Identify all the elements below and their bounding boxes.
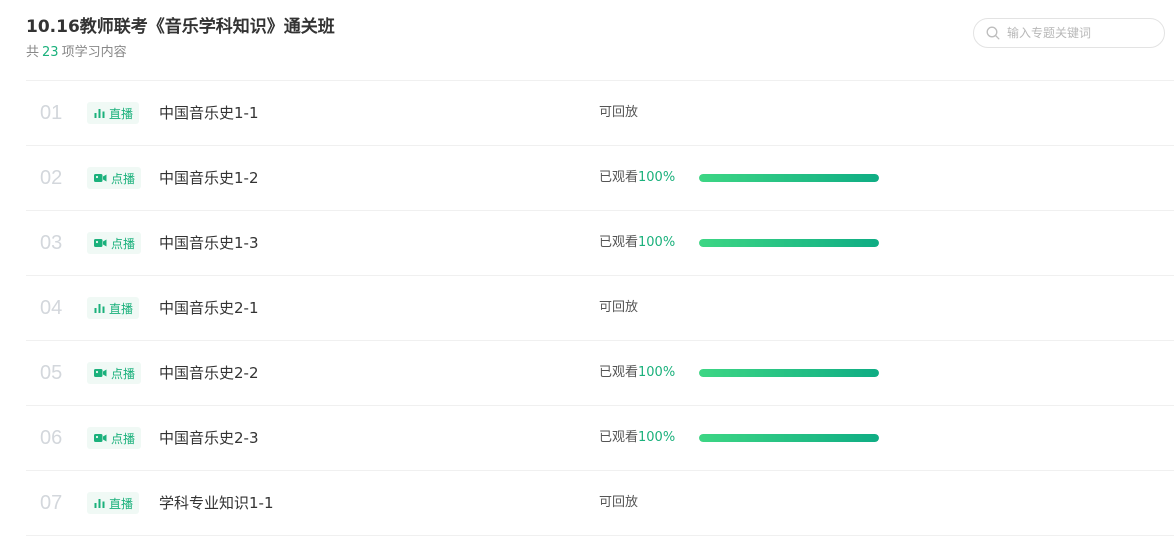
vod-badge: 点播 bbox=[87, 167, 142, 189]
lesson-index: 01 bbox=[40, 102, 63, 124]
lesson-index: 07 bbox=[40, 492, 63, 514]
watched-percent: 100% bbox=[638, 365, 676, 380]
vod-badge: 点播 bbox=[87, 427, 142, 449]
watched-percent: 100% bbox=[638, 170, 676, 185]
lesson-row[interactable]: 07 直播 学科专业知识1-1 可回放 bbox=[26, 471, 1174, 536]
lesson-status: 已观看100% bbox=[599, 341, 675, 405]
progress-fill bbox=[699, 174, 879, 182]
progress-bar bbox=[699, 369, 879, 377]
lesson-row[interactable]: 03 点播 中国音乐史1-3 已观看100% bbox=[26, 211, 1174, 276]
item-count: 23 bbox=[42, 45, 59, 60]
lesson-index: 03 bbox=[40, 232, 63, 254]
lesson-index: 02 bbox=[40, 167, 63, 189]
lesson-row[interactable]: 02 点播 中国音乐史1-2 已观看100% bbox=[26, 146, 1174, 211]
progress-bar bbox=[699, 434, 879, 442]
watched-label: 已观看 bbox=[599, 430, 639, 445]
lesson-status: 已观看100% bbox=[599, 146, 675, 210]
item-count-prefix: 共 bbox=[26, 45, 40, 60]
lesson-title[interactable]: 中国音乐史2-3 bbox=[159, 406, 259, 470]
live-badge: 直播 bbox=[87, 297, 140, 319]
watched-label: 已观看 bbox=[599, 235, 639, 250]
lesson-title[interactable]: 中国音乐史1-2 bbox=[159, 146, 259, 210]
lesson-type-label: 点播 bbox=[111, 171, 136, 186]
watched-percent: 100% bbox=[638, 235, 676, 250]
lesson-row[interactable]: 04 直播 中国音乐史2-1 可回放 bbox=[26, 276, 1174, 341]
search-input[interactable] bbox=[1005, 25, 1159, 41]
lesson-title[interactable]: 中国音乐史2-1 bbox=[159, 276, 259, 340]
lesson-index: 06 bbox=[40, 427, 63, 449]
lesson-row[interactable]: 01 直播 中国音乐史1-1 可回放 bbox=[26, 81, 1174, 146]
progress-fill bbox=[699, 434, 879, 442]
vod-badge: 点播 bbox=[87, 362, 142, 384]
item-count-suffix: 项学习内容 bbox=[61, 45, 127, 60]
live-bars-icon bbox=[94, 304, 105, 313]
watched-percent: 100% bbox=[638, 430, 676, 445]
progress-fill bbox=[699, 369, 879, 377]
page-title: 10.16教师联考《音乐学科知识》通关班 bbox=[26, 17, 335, 37]
watched-label: 已观看 bbox=[599, 170, 639, 185]
search-box[interactable] bbox=[973, 18, 1165, 48]
lesson-row[interactable]: 05 点播 中国音乐史2-2 已观看100% bbox=[26, 341, 1174, 406]
lesson-type-label: 点播 bbox=[111, 366, 136, 381]
lesson-row[interactable]: 06 点播 中国音乐史2-3 已观看100% bbox=[26, 406, 1174, 471]
lesson-title[interactable]: 中国音乐史1-3 bbox=[159, 211, 259, 275]
lesson-status: 可回放 bbox=[599, 495, 639, 510]
lesson-type-label: 点播 bbox=[111, 431, 136, 446]
lesson-index: 05 bbox=[40, 362, 63, 384]
lesson-type-label: 直播 bbox=[109, 301, 134, 316]
lesson-title[interactable]: 中国音乐史1-1 bbox=[159, 81, 259, 145]
item-count-summary: 共 23 项学习内容 bbox=[26, 41, 335, 60]
lesson-status: 已观看100% bbox=[599, 211, 675, 275]
live-bars-icon bbox=[94, 109, 105, 118]
video-camera-icon bbox=[94, 239, 107, 247]
search-icon bbox=[986, 26, 1000, 40]
lesson-status: 可回放 bbox=[599, 300, 639, 315]
live-badge: 直播 bbox=[87, 102, 140, 124]
vod-badge: 点播 bbox=[87, 232, 142, 254]
lesson-status: 可回放 bbox=[599, 105, 639, 120]
lesson-title[interactable]: 中国音乐史2-2 bbox=[159, 341, 259, 405]
live-bars-icon bbox=[94, 499, 105, 508]
lesson-type-label: 直播 bbox=[109, 496, 134, 511]
lesson-title[interactable]: 学科专业知识1-1 bbox=[159, 471, 274, 535]
video-camera-icon bbox=[94, 434, 107, 442]
lesson-type-label: 直播 bbox=[109, 106, 134, 121]
course-header: 10.16教师联考《音乐学科知识》通关班 共 23 项学习内容 bbox=[26, 14, 335, 60]
progress-fill bbox=[699, 239, 879, 247]
progress-bar bbox=[699, 174, 879, 182]
video-camera-icon bbox=[94, 174, 107, 182]
video-camera-icon bbox=[94, 369, 107, 377]
lesson-status: 已观看100% bbox=[599, 406, 675, 470]
progress-bar bbox=[699, 239, 879, 247]
lesson-type-label: 点播 bbox=[111, 236, 136, 251]
watched-label: 已观看 bbox=[599, 365, 639, 380]
lesson-list: 01 直播 中国音乐史1-1 可回放 02 点播 中国音乐史1-2 已观看100% 03 点播 中国… bbox=[26, 80, 1174, 536]
live-badge: 直播 bbox=[87, 492, 140, 514]
lesson-index: 04 bbox=[40, 297, 63, 319]
